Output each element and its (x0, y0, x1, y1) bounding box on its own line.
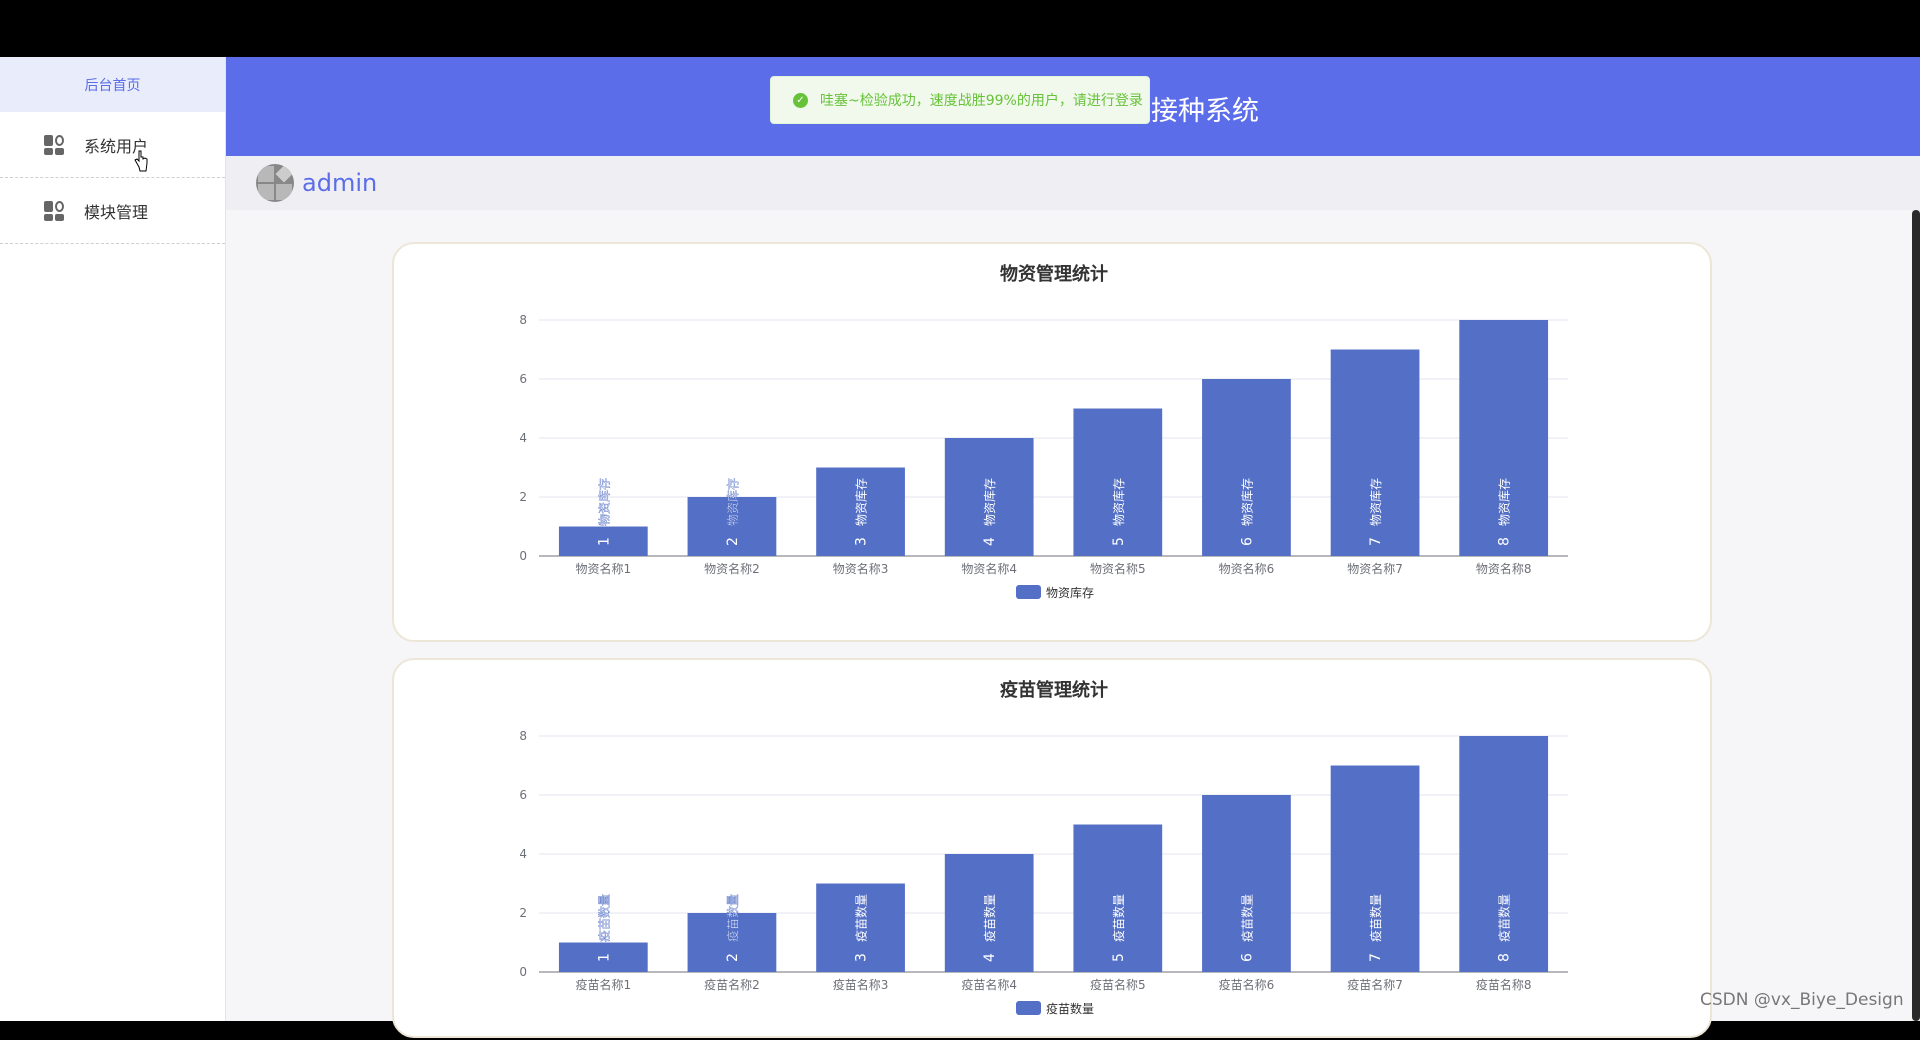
data-label-value: 2 (725, 537, 741, 546)
hand-cursor-icon (134, 150, 148, 172)
check-circle-icon: ✓ (793, 92, 808, 108)
data-label-value: 7 (1368, 537, 1384, 546)
y-tick-label: 4 (519, 431, 527, 445)
user-bar: admin (226, 156, 1920, 210)
data-label-value: 1 (596, 953, 612, 962)
data-label-series: 物资库存 (854, 478, 869, 526)
data-label-series: 疫苗数量 (1368, 894, 1383, 942)
x-tick-label: 物资名称7 (1347, 561, 1403, 576)
data-label-value: 5 (1111, 953, 1127, 962)
data-label-series: 疫苗数量 (725, 894, 740, 942)
data-label-series: 物资库存 (982, 478, 997, 526)
x-tick-label: 疫苗名称7 (1347, 977, 1403, 992)
legend-swatch (1016, 1001, 1041, 1015)
data-label-series: 疫苗数量 (1111, 894, 1126, 942)
x-tick-label: 物资名称3 (833, 561, 889, 576)
data-label-series: 物资库存 (1368, 478, 1383, 526)
x-tick-label: 疫苗名称4 (961, 977, 1017, 992)
supplies-bar-chart: 物资管理统计02468物资名称11物资库存物资名称22物资库存物资名称33物资库… (519, 263, 1568, 600)
data-label-value: 3 (854, 953, 870, 962)
data-label-value: 4 (982, 537, 998, 546)
x-tick-label: 疫苗名称2 (704, 977, 760, 992)
data-label-series: 疫苗数量 (1239, 894, 1254, 942)
data-label-value: 1 (596, 537, 612, 546)
y-tick-label: 6 (519, 372, 527, 386)
grid-icon (44, 200, 64, 221)
scrollbar-thumb[interactable] (1912, 210, 1920, 1021)
data-label-value: 2 (725, 953, 741, 962)
data-label-series: 物资库存 (725, 478, 740, 526)
sidebar-item-system-users[interactable]: 系统用户 (0, 112, 225, 178)
y-tick-label: 4 (519, 847, 527, 861)
x-tick-label: 物资名称5 (1090, 561, 1146, 576)
data-label-value: 4 (982, 953, 998, 962)
sidebar-item-module-management[interactable]: 模块管理 (0, 178, 225, 244)
data-label-value: 7 (1368, 953, 1384, 962)
success-toast: ✓ 哇塞~检验成功，速度战胜99%的用户，请进行登录 (770, 76, 1150, 124)
data-label-value: 6 (1239, 537, 1255, 546)
legend-swatch (1016, 585, 1041, 599)
data-label-series: 物资库存 (1239, 478, 1254, 526)
x-tick-label: 物资名称4 (961, 561, 1017, 576)
window-top-bar (0, 0, 1920, 57)
username[interactable]: admin (302, 169, 377, 197)
data-label-series: 疫苗数量 (982, 894, 997, 942)
x-tick-label: 物资名称6 (1219, 561, 1275, 576)
grid-icon (44, 134, 64, 155)
x-tick-label: 物资名称1 (575, 561, 631, 576)
data-label-series: 疫苗数量 (596, 894, 611, 942)
page-title: 接种系统 (1151, 96, 1259, 127)
chart-card-supplies: 物资管理统计 0 2 4 6 8 物资名称1 1 物资库存 物资名称2 2 物资库存 物资名称3 3 物资库… (392, 242, 1712, 642)
sidebar-item-home[interactable]: 后台首页 (0, 57, 225, 112)
y-tick-label: 8 (519, 729, 527, 743)
y-tick-label: 8 (519, 313, 527, 327)
x-tick-label: 物资名称8 (1476, 561, 1532, 576)
data-label-series: 疫苗数量 (1497, 894, 1512, 942)
x-tick-label: 疫苗名称8 (1476, 977, 1532, 992)
watermark: CSDN @vx_Biye_Design (1700, 990, 1904, 1010)
x-tick-label: 疫苗名称3 (833, 977, 889, 992)
y-tick-label: 0 (519, 965, 527, 979)
sidebar: 后台首页 系统用户 模块管理 (0, 57, 226, 1021)
vaccines-bar-chart: 疫苗管理统计02468疫苗名称11疫苗数量疫苗名称22疫苗数量疫苗名称33疫苗数… (519, 679, 1568, 1016)
toast-message: 哇塞~检验成功，速度战胜99%的用户，请进行登录 (820, 93, 1143, 109)
avatar[interactable] (256, 164, 294, 202)
data-label-series: 物资库存 (1497, 478, 1512, 526)
data-label-value: 3 (854, 537, 870, 546)
data-label-value: 5 (1111, 537, 1127, 546)
data-label-value: 8 (1497, 537, 1513, 546)
chart-card-vaccines: 疫苗管理统计 0 2 4 6 8 疫苗名称1 1 疫苗数量 疫苗名称2 2 疫苗数量 疫苗名称3 3 疫苗数… (392, 658, 1712, 1038)
y-tick-label: 0 (519, 549, 527, 563)
x-tick-label: 疫苗名称1 (575, 977, 631, 992)
data-label-series: 疫苗数量 (854, 894, 869, 942)
y-tick-label: 6 (519, 788, 527, 802)
y-tick-label: 2 (519, 490, 527, 504)
x-tick-label: 物资名称2 (704, 561, 760, 576)
y-tick-label: 2 (519, 906, 527, 920)
data-label-series: 物资库存 (596, 478, 611, 526)
x-tick-label: 疫苗名称6 (1219, 977, 1275, 992)
legend-label: 疫苗数量 (1046, 1001, 1094, 1016)
x-tick-label: 疫苗名称5 (1090, 977, 1146, 992)
legend-label: 物资库存 (1046, 585, 1094, 600)
sidebar-item-label: 模块管理 (84, 202, 149, 222)
data-label-value: 6 (1239, 953, 1255, 962)
data-label-value: 8 (1497, 953, 1513, 962)
data-label-series: 物资库存 (1111, 478, 1126, 526)
chart-title: 物资管理统计 (1000, 263, 1108, 285)
bar (1202, 795, 1291, 972)
chart-title: 疫苗管理统计 (1000, 679, 1108, 701)
bar (1202, 379, 1291, 556)
